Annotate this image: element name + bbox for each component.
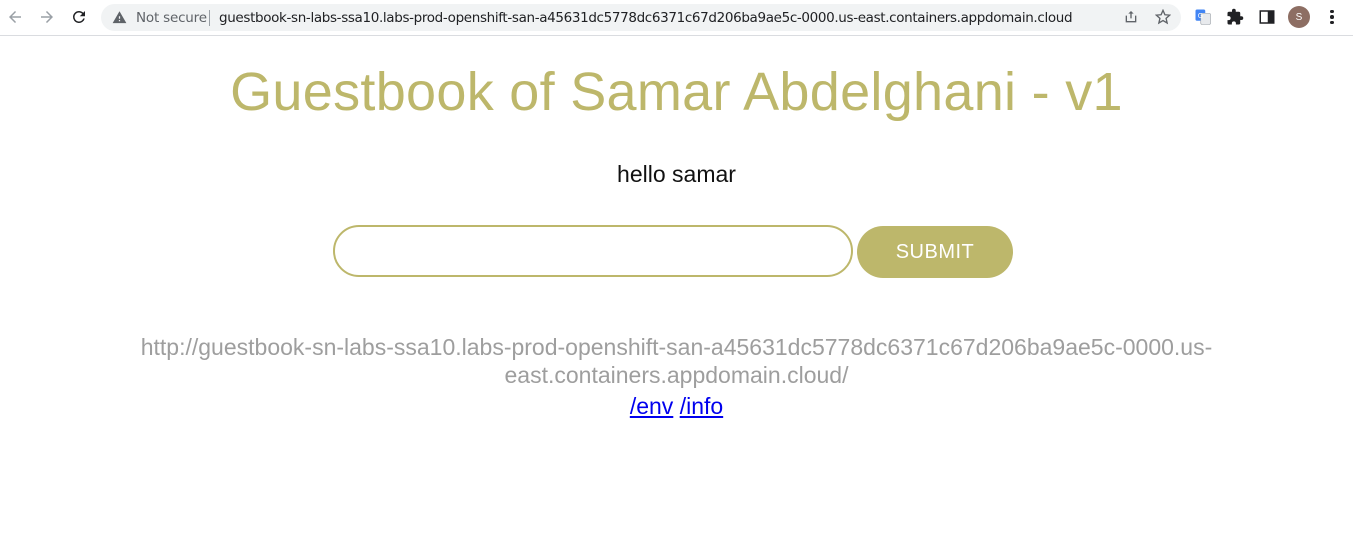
guestbook-entry: hello samar [617, 161, 736, 187]
browser-toolbar: Not secure guestbook-sn-labs-ssa10.labs-… [0, 0, 1353, 36]
env-link[interactable]: /env [630, 393, 673, 419]
reload-icon [72, 10, 85, 23]
star-icon[interactable] [1154, 8, 1173, 27]
warning-icon [112, 10, 127, 25]
back-button[interactable] [3, 5, 27, 29]
reload-button[interactable] [67, 5, 91, 29]
url-text[interactable]: guestbook-sn-labs-ssa10.labs-prod-opensh… [219, 10, 1073, 26]
page-title: Guestbook of Samar Abdelghani - v1 [230, 62, 1123, 122]
menu-icon[interactable] [1322, 7, 1342, 27]
svg-text:G: G [1198, 12, 1203, 20]
host-address: http://guestbook-sn-labs-ssa10.labs-prod… [140, 334, 1213, 388]
omnibox-divider [209, 10, 210, 26]
back-icon [9, 11, 21, 23]
security-label[interactable]: Not secure [136, 10, 207, 26]
side-panel-icon[interactable] [1257, 7, 1277, 27]
footer-links: /env /info [0, 393, 1353, 420]
address-bar[interactable]: Not secure guestbook-sn-labs-ssa10.labs-… [101, 4, 1181, 31]
forward-button[interactable] [35, 5, 59, 29]
profile-avatar[interactable]: S [1288, 6, 1310, 28]
submit-button[interactable]: SUBMIT [857, 226, 1013, 278]
forward-icon [41, 11, 53, 23]
entry-input[interactable] [333, 225, 853, 277]
share-icon[interactable] [1123, 9, 1141, 27]
info-link[interactable]: /info [680, 393, 723, 419]
puzzle-icon[interactable] [1225, 7, 1245, 27]
translate-icon[interactable]: G [1193, 7, 1213, 27]
guestbook-page: Guestbook of Samar Abdelghani - v1 hello… [0, 37, 1353, 537]
